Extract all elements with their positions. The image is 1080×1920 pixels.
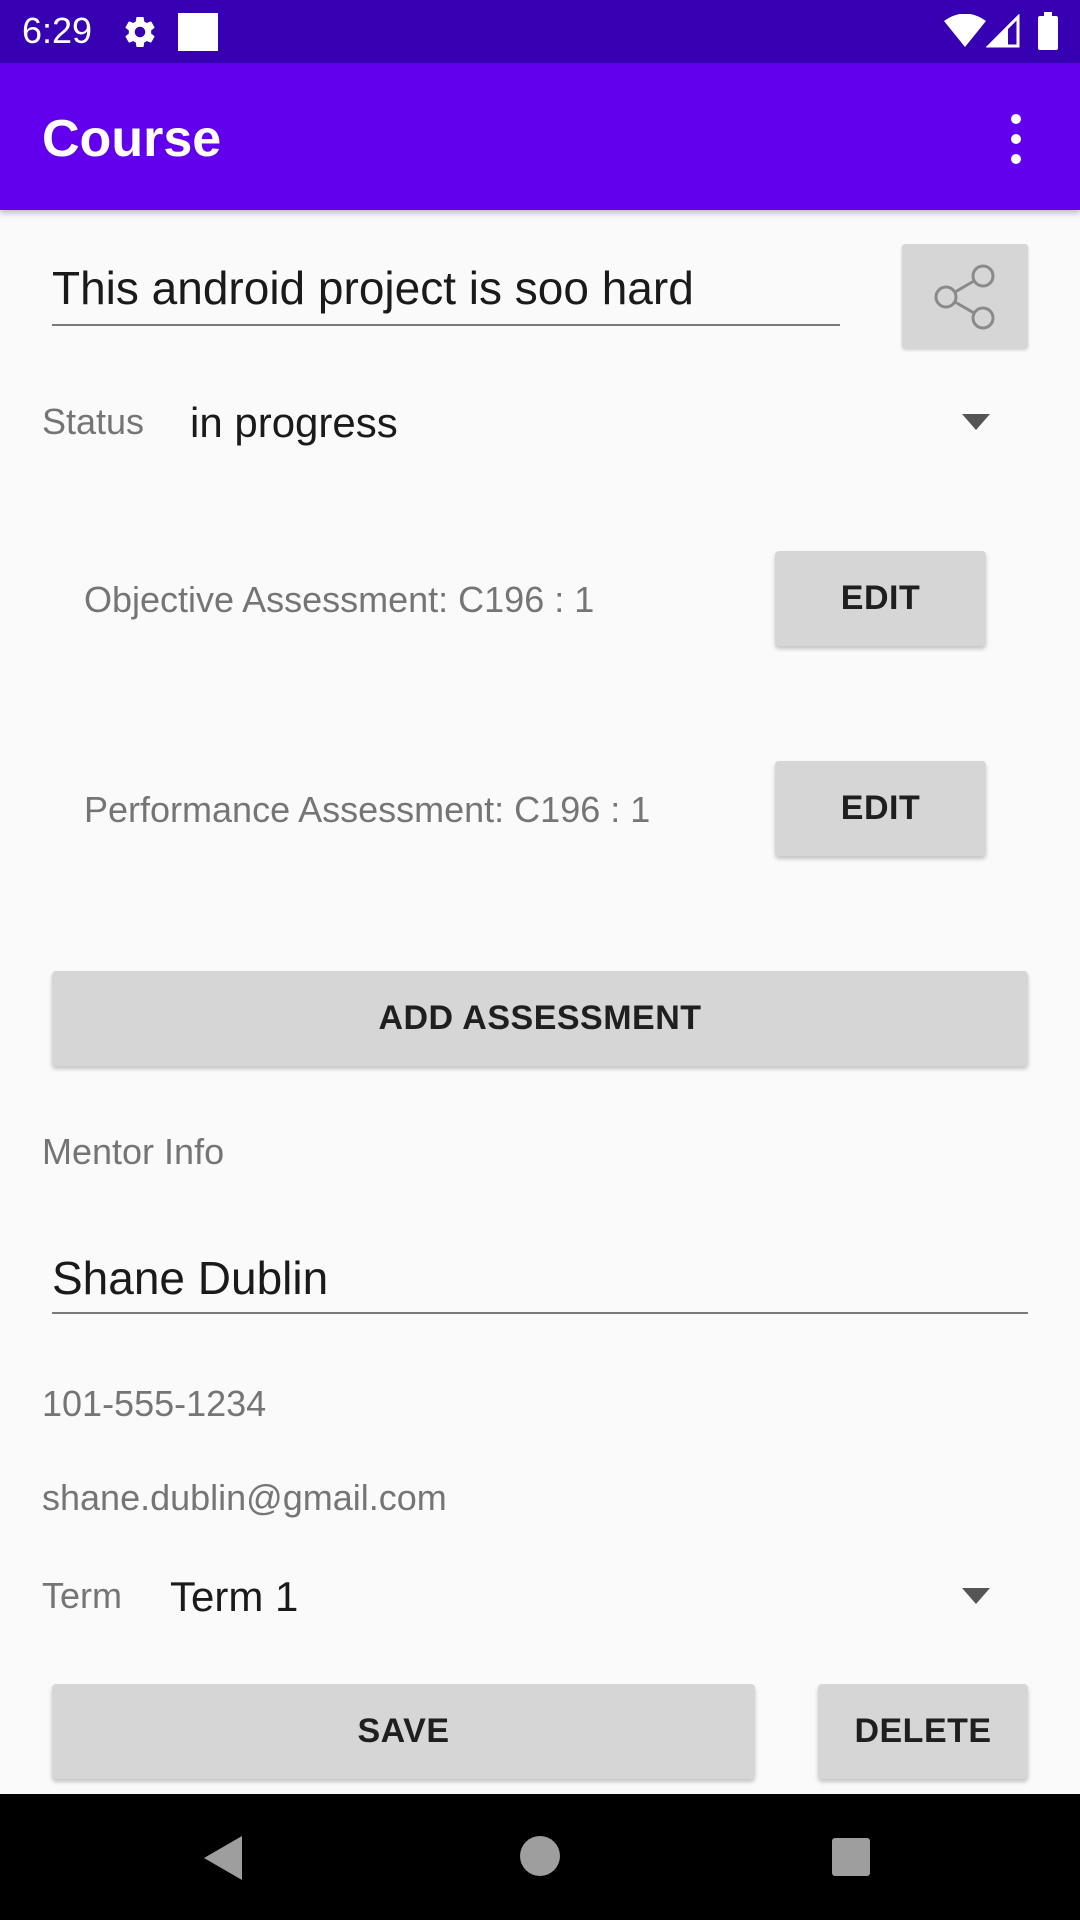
home-icon[interactable] <box>520 1836 560 1876</box>
delete-button[interactable]: DELETE <box>818 1684 1028 1779</box>
navigation-bar <box>0 1794 1080 1920</box>
term-label: Term <box>42 1575 122 1616</box>
status-time: 6:29 <box>22 10 93 51</box>
assessment-label-performance: Performance Assessment: C196 : 1 <box>84 789 651 830</box>
edit-performance-button[interactable]: EDIT <box>775 761 986 856</box>
overflow-menu-icon[interactable] <box>1006 111 1026 167</box>
chevron-down-icon <box>962 414 990 430</box>
square-notification-icon <box>178 13 218 51</box>
assessment-label-objective: Objective Assessment: C196 : 1 <box>84 579 595 620</box>
share-button[interactable] <box>902 244 1028 348</box>
battery-icon <box>1038 12 1058 50</box>
mentor-phone: 101-555-1234 <box>42 1383 267 1424</box>
course-title-input[interactable]: This android project is soo hard <box>52 256 840 326</box>
status-label: Status <box>42 401 145 442</box>
status-spinner[interactable]: in progress <box>186 388 1006 458</box>
gear-icon <box>125 17 155 47</box>
app-bar: Course <box>0 63 1080 210</box>
status-bar: 6:29 <box>0 0 1080 63</box>
add-assessment-button[interactable]: ADD ASSESSMENT <box>52 971 1028 1066</box>
status-value: in progress <box>190 399 398 446</box>
term-value: Term 1 <box>170 1573 299 1620</box>
mentor-info-label: Mentor Info <box>42 1131 225 1172</box>
recents-icon[interactable] <box>832 1838 870 1876</box>
share-icon <box>934 264 995 330</box>
mentor-email: shane.dublin@gmail.com <box>42 1477 447 1518</box>
save-button[interactable]: SAVE <box>52 1684 755 1779</box>
wifi-icon <box>944 14 986 47</box>
edit-objective-button[interactable]: EDIT <box>775 551 986 646</box>
mentor-name-input[interactable]: Shane Dublin <box>52 1246 1028 1314</box>
page-title: Course <box>42 110 222 168</box>
back-icon[interactable] <box>204 1836 242 1880</box>
term-spinner[interactable]: Term 1 <box>166 1560 1006 1630</box>
signal-icon <box>986 14 1020 48</box>
chevron-down-icon <box>962 1588 990 1604</box>
